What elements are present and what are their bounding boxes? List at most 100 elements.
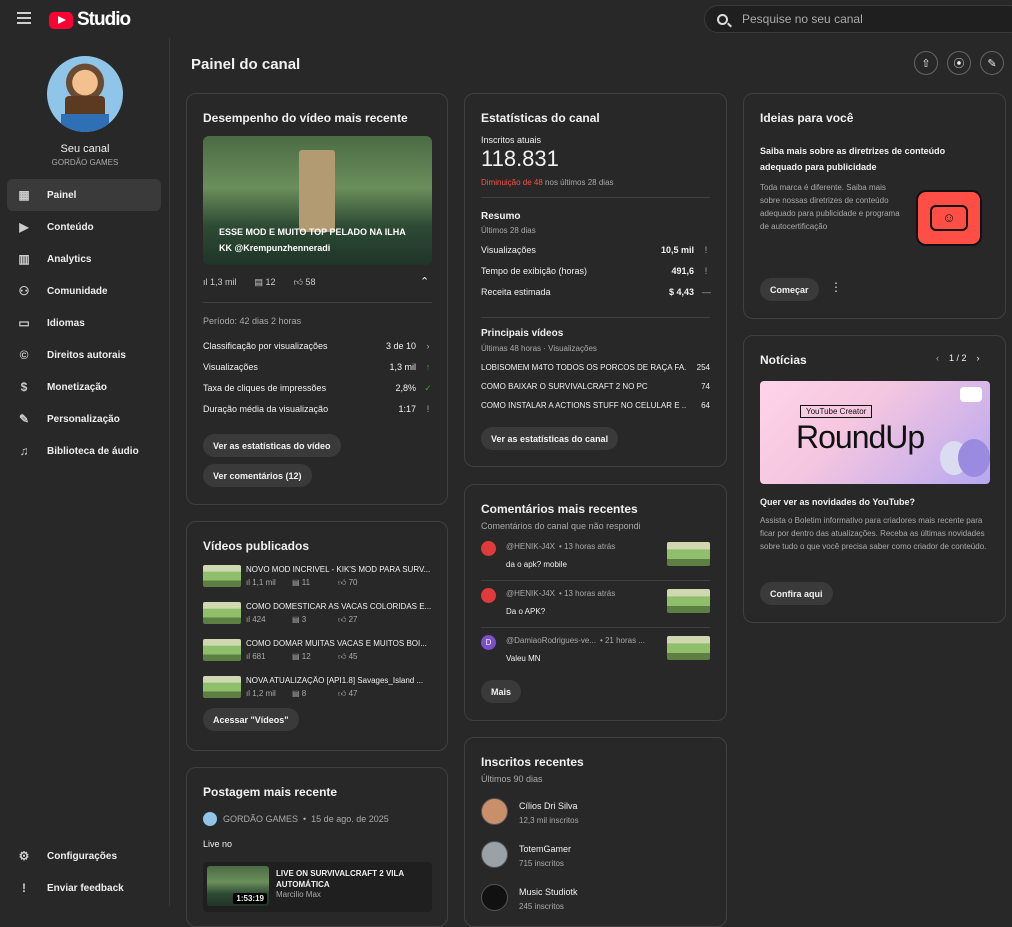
likes-value: 27 bbox=[348, 615, 358, 624]
go-live-button[interactable]: ⦿ bbox=[947, 51, 971, 75]
subscriber-item[interactable]: TotemGamer 715 inscritos bbox=[481, 841, 710, 871]
go-to-videos-button[interactable]: Acessar "Vídeos" bbox=[203, 708, 299, 731]
top-videos-sub: Últimas 48 horas · Visualizações bbox=[481, 344, 597, 353]
subscriber-item[interactable]: Music Studiotk 245 inscritos bbox=[481, 884, 710, 914]
sidebar-item-configuracoes[interactable]: ⚙ Configurações bbox=[7, 840, 161, 872]
top-video-row[interactable]: COMO INSTALAR A ACTIONS STUFF NO CELULAR… bbox=[481, 401, 710, 410]
view-comments-button[interactable]: Ver comentários (12) bbox=[203, 464, 312, 487]
logo-text: Studio bbox=[77, 9, 131, 30]
likes-icon: 👍︎ bbox=[338, 578, 349, 587]
subscriber-name: Music Studiotk bbox=[519, 887, 578, 897]
more-comments-button[interactable]: Mais bbox=[481, 680, 522, 703]
sidebar-item-painel[interactable]: ▦ Painel bbox=[7, 179, 161, 211]
news-card: Notícias ‹ 1 / 2 › YouTube Creator Round… bbox=[743, 335, 1006, 623]
latest-video-metrics: ıl 1,3 mil ▤ 12 👍︎ 58 bbox=[203, 277, 315, 288]
recent-subscribers-sub: Últimos 90 dias bbox=[481, 774, 543, 784]
sidebar-nav: ▦ Painel ▶ Conteúdo ▥ Analytics ⚇ Comunidade ▭ Id… bbox=[7, 179, 161, 467]
comments-value: 12 bbox=[301, 652, 311, 661]
sidebar-item-analytics[interactable]: ▥ Analytics bbox=[7, 243, 161, 275]
sidebar-item-comunidade[interactable]: ⚇ Comunidade bbox=[7, 275, 161, 307]
metric-label: Taxa de cliques de impressões bbox=[203, 383, 327, 393]
comment-meta: @DamiaoRodrigues-ve... • 21 horas ... bbox=[506, 636, 645, 645]
metric-value: 1,3 mil bbox=[389, 362, 416, 372]
summary-row: Receita estimada $ 4,43 — bbox=[481, 287, 711, 297]
ideas-title: Ideias para você bbox=[760, 111, 854, 125]
next-icon[interactable]: › bbox=[977, 353, 980, 363]
subs-count: 118.831 bbox=[481, 146, 559, 171]
top-video-row[interactable]: COMO BAIXAR O SURVIVALCRAFT 2 NO PC 74 bbox=[481, 382, 710, 391]
studio-logo[interactable]: Studio bbox=[49, 9, 131, 31]
published-video-item[interactable]: COMO DOMESTICAR AS VACAS COLORIDAS E... ı… bbox=[203, 602, 432, 628]
subs-label: Inscritos atuais bbox=[481, 135, 542, 145]
menu-icon[interactable] bbox=[17, 12, 31, 24]
published-video-item[interactable]: NOVA ATUALIZAÇÃO [API1.8] Savages_Island… bbox=[203, 676, 432, 702]
sidebar-item-monetizacao[interactable]: $ Monetização bbox=[7, 371, 161, 403]
metric-value-wrap: 3 de 10 › bbox=[386, 341, 432, 351]
prev-icon[interactable]: ‹ bbox=[936, 353, 939, 363]
search-input[interactable]: Pesquise no seu canal bbox=[704, 5, 1012, 33]
collapse-icon[interactable]: ⌃ bbox=[420, 275, 429, 288]
subscriber-count: 245 inscritos bbox=[519, 902, 564, 911]
news-banner[interactable]: YouTube Creator RoundUp bbox=[760, 381, 990, 484]
copyright-icon: © bbox=[19, 348, 29, 362]
comment-text: Da o APK? bbox=[506, 607, 546, 616]
comment-item[interactable]: @HENIK-J4X • 13 horas atrás da o apk? mobi… bbox=[481, 539, 710, 579]
dashboard-icon: ▦ bbox=[18, 188, 30, 202]
likes-value: 70 bbox=[348, 578, 358, 587]
sidebar-item-idiomas[interactable]: ▭ Idiomas bbox=[7, 307, 161, 339]
check-it-out-button[interactable]: Confira aqui bbox=[760, 582, 833, 605]
comment-item[interactable]: D @DamiaoRodrigues-ve... • 21 horas ... Val… bbox=[481, 633, 710, 673]
comments-icon: ▤ bbox=[292, 615, 302, 624]
comments-value: 12 bbox=[265, 277, 276, 287]
subs-decrease-period: nos últimos 28 dias bbox=[545, 178, 614, 187]
comment-text: Valeu MN bbox=[506, 654, 541, 663]
metric-value: 2,8% bbox=[395, 383, 416, 393]
post-live-embed[interactable]: 1:53:19 LIVE ON SURVIVALCRAFT 2 VILA AUT… bbox=[203, 862, 432, 912]
comment-meta: @HENIK-J4X • 13 horas atrás bbox=[506, 542, 615, 551]
metric-row: Taxa de cliques de impressões 2,8% ✓ bbox=[203, 383, 432, 394]
sidebar-item-enviar-feedback[interactable]: ! Enviar feedback bbox=[7, 872, 161, 904]
comment-time: • 13 horas atrás bbox=[559, 589, 616, 598]
metric-indicator-icon[interactable]: › bbox=[424, 341, 432, 351]
divider bbox=[481, 197, 710, 198]
dollar-icon: $ bbox=[20, 380, 28, 394]
summary-value-wrap: 491,6! bbox=[671, 266, 710, 276]
comments-value: 11 bbox=[301, 578, 311, 587]
sidebar-item-conteudo[interactable]: ▶ Conteúdo bbox=[7, 211, 161, 243]
magic-wand-icon: ✎ bbox=[18, 412, 30, 426]
thumbnail-figure bbox=[299, 150, 335, 232]
commenter-avatar: D bbox=[481, 635, 496, 650]
search-placeholder: Pesquise no seu canal bbox=[742, 12, 863, 26]
get-started-button[interactable]: Começar bbox=[760, 278, 819, 301]
sidebar: Seu canal GORDÃO GAMES ▦ Painel ▶ Conteúdo ▥… bbox=[0, 38, 170, 906]
audio-library-icon: ♫ bbox=[19, 444, 29, 458]
balloon-icon bbox=[958, 439, 990, 477]
latest-video-title: Desempenho do vídeo mais recente bbox=[203, 111, 408, 125]
channel-stats-button[interactable]: Ver as estatísticas do canal bbox=[481, 427, 619, 450]
channel-name: GORDÃO GAMES bbox=[51, 158, 119, 167]
comment-item[interactable]: @HENIK-J4X • 13 horas atrás Da o APK? bbox=[481, 586, 710, 626]
more-options-icon[interactable]: ⋮ bbox=[830, 280, 842, 294]
divider bbox=[481, 627, 710, 628]
sidebar-item-label: Biblioteca de áudio bbox=[47, 445, 139, 457]
latest-video-thumbnail[interactable]: ESSE MOD E MUITO TOP PELADO NA ILHA KK @… bbox=[203, 136, 432, 265]
subscriber-item[interactable]: Cílios Dri Silva 12,3 mil inscritos bbox=[481, 798, 710, 828]
video-stats-button[interactable]: Ver as estatísticas do vídeo bbox=[203, 434, 341, 457]
video-thumbnail bbox=[203, 565, 241, 587]
top-video-row[interactable]: LOBISOMEM M4TO TODOS OS PORCOS DE RAÇA F… bbox=[481, 363, 710, 372]
views-value: 1,1 mil bbox=[252, 578, 276, 587]
sidebar-item-direitos-autorais[interactable]: © Direitos autorais bbox=[7, 339, 161, 371]
sidebar-item-label: Monetização bbox=[47, 381, 108, 393]
upload-button[interactable]: ⇧ bbox=[914, 51, 938, 75]
likes-metric: 👍︎ 27 bbox=[338, 615, 358, 625]
sidebar-item-label: Configurações bbox=[47, 850, 118, 862]
news-pager: ‹ 1 / 2 › bbox=[936, 353, 980, 363]
sidebar-item-personalizacao[interactable]: ✎ Personalização bbox=[7, 403, 161, 435]
create-post-button[interactable]: ✎ bbox=[980, 51, 1004, 75]
comment-author: @DamiaoRodrigues-ve... bbox=[506, 636, 596, 645]
channel-avatar[interactable] bbox=[47, 56, 123, 132]
views-metric: ıl 1,2 mil bbox=[246, 689, 276, 698]
published-video-item[interactable]: COMO DOMAR MUITAS VACAS E MUITOS BOI... ı… bbox=[203, 639, 432, 665]
sidebar-item-biblioteca-de-audio[interactable]: ♫ Biblioteca de áudio bbox=[7, 435, 161, 467]
published-video-item[interactable]: NOVO MOD INCRIVEL - KIK'S MOD PARA SURV.… bbox=[203, 565, 432, 591]
